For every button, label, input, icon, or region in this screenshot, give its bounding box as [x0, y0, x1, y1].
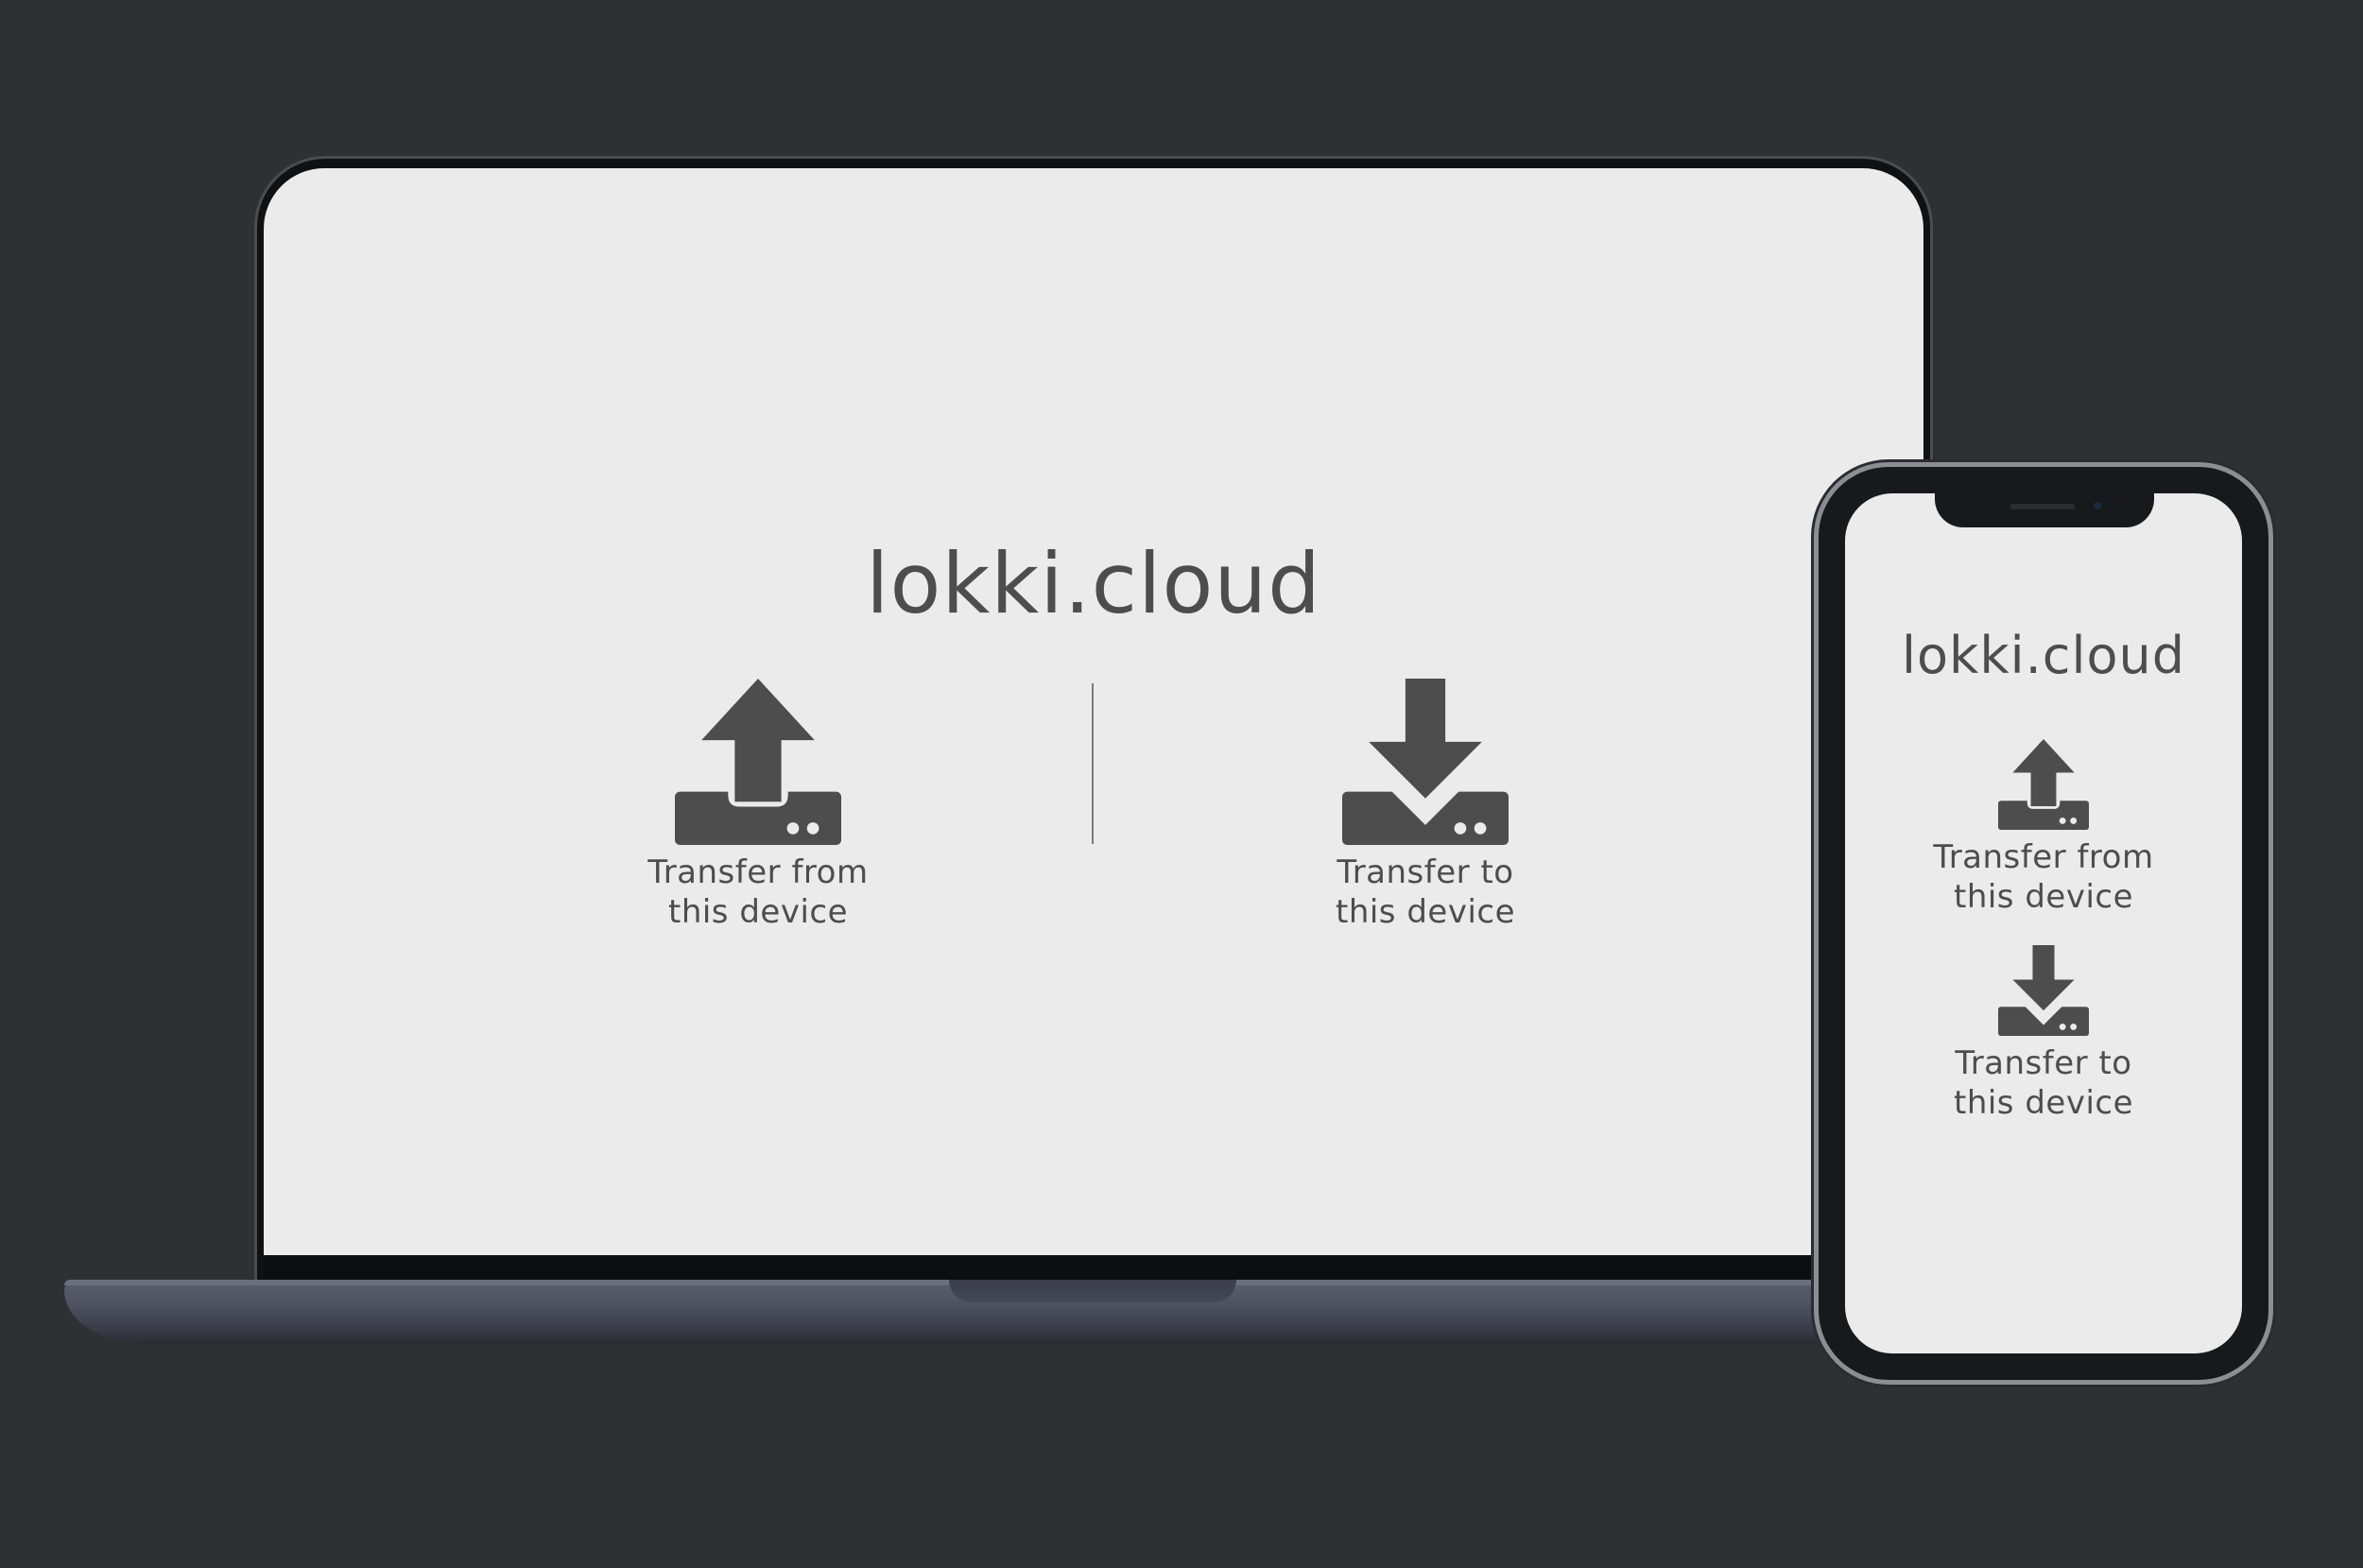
phone-notch	[1935, 491, 2154, 527]
upload-tray-icon	[1998, 739, 2089, 830]
phone-screen: lokki.cloud Transfer from this device Tr…	[1845, 493, 2242, 1353]
phone-app-title: lokki.cloud	[1902, 626, 2185, 685]
divider	[1092, 683, 1094, 844]
upload-tray-icon	[675, 679, 841, 845]
laptop-screen: lokki.cloud Transfer from this device Tr…	[264, 168, 1923, 1255]
laptop-opening-notch	[949, 1280, 1236, 1302]
transfer-to-button[interactable]: Transfer to this device	[1227, 679, 1624, 932]
app-title: lokki.cloud	[866, 535, 1321, 632]
transfer-to-label: Transfer to this device	[1335, 853, 1516, 931]
download-tray-icon	[1342, 679, 1509, 845]
phone-transfer-to-label: Transfer to this device	[1953, 1044, 2134, 1122]
phone-transfer-from-label: Transfer from this device	[1933, 838, 2154, 916]
download-tray-icon	[1998, 945, 2089, 1036]
phone-power-button	[2268, 677, 2274, 781]
transfer-from-label: Transfer from this device	[647, 853, 869, 931]
camera-icon	[2094, 502, 2101, 509]
phone-transfer-from-button[interactable]: Transfer from this device	[1845, 739, 2242, 917]
phone-speaker	[2010, 504, 2075, 509]
phone-transfer-to-button[interactable]: Transfer to this device	[1845, 945, 2242, 1123]
transfer-from-button[interactable]: Transfer from this device	[560, 679, 957, 932]
laptop-bezel	[264, 1255, 1923, 1280]
